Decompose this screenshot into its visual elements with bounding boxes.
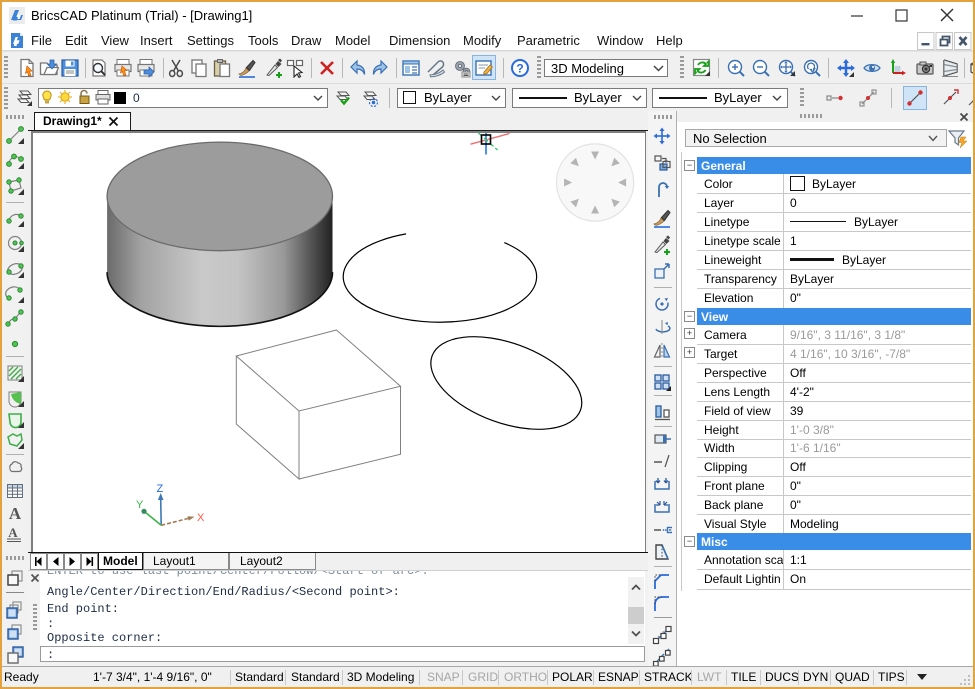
svg-text:Y: Y	[136, 499, 144, 511]
svg-text:A: A	[9, 504, 22, 523]
svg-text:X: X	[197, 512, 205, 524]
svg-text:0: 0	[133, 91, 140, 105]
svg-text:?: ?	[516, 62, 523, 76]
svg-text:A: A	[8, 525, 18, 540]
svg-text:Z: Z	[156, 483, 163, 495]
